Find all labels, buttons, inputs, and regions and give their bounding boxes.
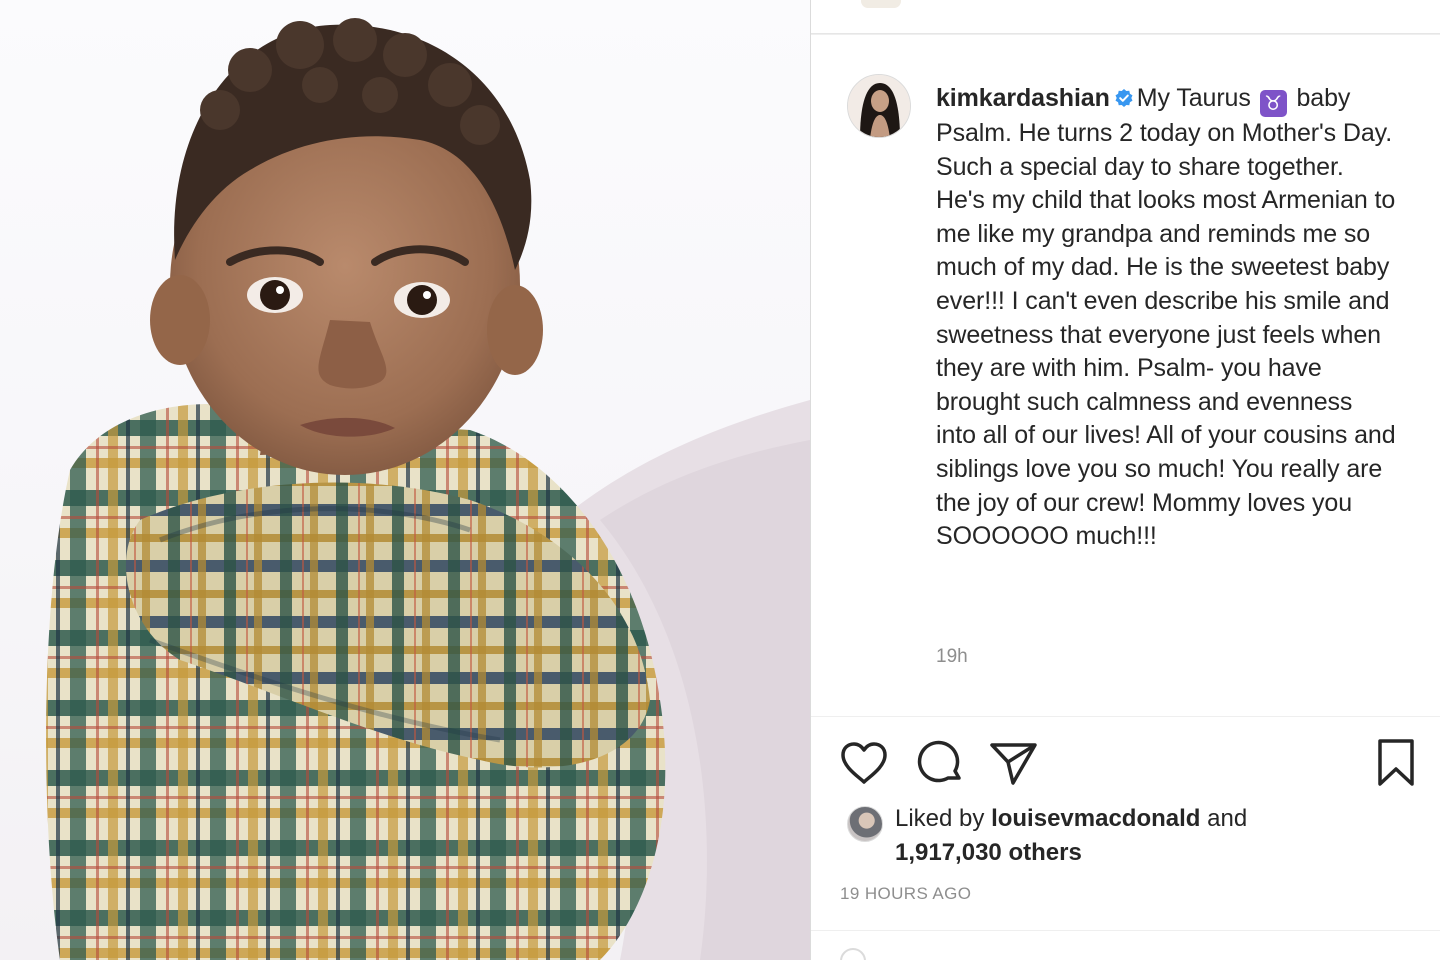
comment-button[interactable] bbox=[915, 736, 965, 790]
author-avatar-image bbox=[848, 75, 910, 137]
caption-text-start: My Taurus bbox=[1136, 84, 1251, 112]
post-actions-bar bbox=[811, 736, 1440, 790]
bookmark-icon bbox=[1378, 739, 1414, 786]
others-count[interactable]: 1,917,030 others bbox=[895, 836, 1082, 870]
toddler-photo-illustration bbox=[46, 18, 810, 960]
post-caption: kimkardashian My Taurus ♉ baby Psalm. He … bbox=[936, 82, 1396, 554]
liked-by-line: Liked by louisevmacdonald and bbox=[895, 802, 1247, 836]
taurus-emoji: ♉ bbox=[1259, 90, 1287, 117]
liker-avatar[interactable] bbox=[847, 806, 883, 842]
post-details-panel: kimkardashian My Taurus ♉ baby Psalm. He … bbox=[810, 0, 1440, 960]
liked-by-and: and bbox=[1207, 805, 1248, 832]
save-button[interactable] bbox=[1371, 736, 1421, 790]
header-avatar-partial bbox=[861, 0, 901, 8]
liked-by-label: Liked by bbox=[895, 805, 985, 832]
liked-by-username[interactable]: louisevmacdonald bbox=[991, 805, 1200, 832]
comment-icon bbox=[917, 740, 961, 783]
header-divider bbox=[811, 34, 1440, 35]
caption-text-rest: baby Psalm. He turns 2 today on Mother's… bbox=[936, 84, 1396, 551]
comment-input-divider bbox=[811, 930, 1440, 931]
author-username[interactable]: kimkardashian bbox=[936, 84, 1110, 112]
post-header-strip bbox=[811, 0, 1440, 34]
heart-icon bbox=[841, 742, 887, 784]
share-button[interactable] bbox=[989, 736, 1039, 790]
paper-plane-icon bbox=[990, 743, 1037, 785]
actions-divider bbox=[811, 716, 1440, 717]
author-avatar[interactable] bbox=[847, 74, 911, 138]
caption-relative-time[interactable]: 19h bbox=[936, 646, 968, 668]
like-button[interactable] bbox=[839, 736, 889, 790]
post-timestamp[interactable]: 19 HOURS AGO bbox=[840, 884, 971, 904]
verified-badge-icon bbox=[1115, 89, 1133, 107]
post-photo[interactable] bbox=[0, 0, 810, 960]
